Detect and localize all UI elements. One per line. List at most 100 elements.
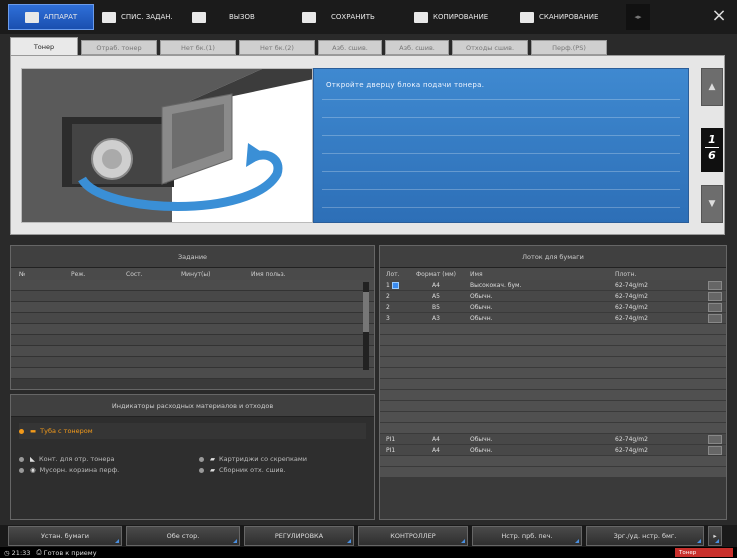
tray-level-icon	[708, 434, 722, 444]
job-col-number: №	[19, 270, 26, 278]
tray-number: 3	[386, 314, 390, 322]
status-dot-icon	[199, 467, 204, 473]
job-row[interactable]	[11, 302, 374, 313]
job-panel: Задание № Реж. Сост. Минут(ы) Имя польз.	[10, 245, 375, 390]
tray-row-empty	[380, 423, 726, 434]
tray-paper-name: Обычн.	[470, 435, 493, 443]
tray-paper-name: Обычн.	[470, 314, 493, 322]
job-list[interactable]	[11, 280, 374, 379]
scrollbar-thumb[interactable]	[363, 292, 369, 332]
job-scrollbar[interactable]	[363, 282, 369, 370]
tray-row[interactable]: 3 A3 Обычн. 62-74g/m2	[380, 313, 726, 324]
tab-no-paper-1[interactable]: Нет бк.(1)	[160, 40, 236, 55]
save-icon	[302, 11, 316, 23]
tray-number: 2	[386, 303, 390, 311]
scroll-up-button[interactable]: ▲	[701, 68, 723, 106]
scan-icon	[520, 11, 534, 23]
tray-weight: 62-74g/m2	[615, 303, 648, 311]
paper-tray-panel: Лоток для бумаги Лот. Формат (мм) Имя Пл…	[379, 245, 727, 520]
tray-paper-name: Обычн.	[470, 292, 493, 300]
job-row[interactable]	[11, 324, 374, 335]
tray-row[interactable]: 1 A4 Высококач. бум. 62-74g/m2	[380, 280, 726, 291]
job-columns: № Реж. Сост. Минут(ы) Имя польз.	[11, 268, 374, 280]
tray-level-icon	[708, 313, 722, 323]
tray-weight: 62-74g/m2	[615, 435, 648, 443]
menu-label: СОХРАНИТЬ	[331, 13, 375, 21]
tab-staple-waste[interactable]: Отходы сшив.	[452, 40, 528, 55]
tray-row-empty	[380, 379, 726, 390]
tray-level-icon	[708, 302, 722, 312]
tab-punch[interactable]: Перф.(PS)	[531, 40, 607, 55]
toner-alert-badge[interactable]: Тонер	[675, 548, 733, 557]
tab-staples-1[interactable]: Азб. сшив.	[318, 40, 382, 55]
menu-extra-button[interactable]: ◂▸	[626, 4, 650, 30]
menu-job-list-button[interactable]: СПИС. ЗАДАН.	[96, 4, 184, 30]
scroll-down-button[interactable]: ▼	[701, 185, 723, 223]
tab-toner[interactable]: Тонер	[10, 37, 78, 55]
status-time: 21:33	[11, 548, 31, 557]
close-icon[interactable]: ×	[709, 6, 729, 26]
tray-number: 1	[386, 281, 390, 289]
tab-staples-2[interactable]: Азб. сшив.	[385, 40, 449, 55]
job-row[interactable]	[11, 357, 374, 368]
tray-number: PI1	[386, 435, 396, 443]
tray-weight: 62-74g/m2	[615, 292, 648, 300]
tray-level-icon	[708, 280, 722, 290]
menu-scan-button[interactable]: СКАНИРОВАНИЕ	[514, 4, 624, 30]
tray-col-format: Формат (мм)	[416, 270, 456, 278]
tray-level-icon	[708, 445, 722, 455]
more-button[interactable]: ▸	[708, 526, 722, 546]
adjustment-button[interactable]: РЕГУЛИРОВКА	[244, 526, 354, 546]
tray-row-empty	[380, 368, 726, 379]
tray-row-empty	[380, 401, 726, 412]
job-col-status: Сост.	[126, 270, 143, 278]
tray-row-empty	[380, 467, 726, 478]
toner-warning: ▬ Туба с тонером	[19, 423, 366, 439]
tab-waste-toner[interactable]: Отраб. тонер	[81, 40, 157, 55]
job-row[interactable]	[11, 313, 374, 324]
tray-format: B5	[432, 303, 440, 311]
tray-format: A4	[432, 446, 440, 454]
bottom-toolbar: Устан. бумаги Обе стор. РЕГУЛИРОВКА КОНТ…	[0, 525, 737, 547]
test-print-button[interactable]: Нстр. прб. печ.	[472, 526, 582, 546]
job-row[interactable]	[11, 335, 374, 346]
status-dot-icon	[199, 456, 204, 462]
instruction-box: Откройте дверцу блока подачи тонера.	[313, 68, 689, 223]
menu-apparat-button[interactable]: АППАРАТ	[8, 4, 94, 30]
punch-icon: ◉	[30, 466, 36, 474]
printer-status-icon: ⎙	[36, 548, 42, 556]
menu-recall-button[interactable]: ВЫЗОВ	[186, 4, 294, 30]
tray-weight: 62-74g/m2	[615, 446, 648, 454]
tray-paper-name: Обычн.	[470, 303, 493, 311]
tray-row[interactable]: 2 B5 Обычн. 62-74g/m2	[380, 302, 726, 313]
tray-title: Лоток для бумаги	[380, 246, 726, 268]
consumable-label: Сборник отх. сшив.	[219, 466, 286, 474]
consumable-item: ◉ Мусорн. корзина перф.	[19, 466, 199, 474]
consumable-item: ▰ Картриджи со скрепками	[199, 455, 307, 463]
tray-row[interactable]: PI1 A4 Обычн. 62-74g/m2	[380, 445, 726, 456]
job-row[interactable]	[11, 368, 374, 379]
status-dot-icon	[19, 467, 24, 473]
job-row[interactable]	[11, 291, 374, 302]
page-indicator: 1 6	[701, 128, 723, 172]
toner-door-illustration	[21, 68, 313, 223]
job-row[interactable]	[11, 346, 374, 357]
tray-format: A4	[432, 281, 440, 289]
tray-row[interactable]: PI1 A4 Обычн. 62-74g/m2	[380, 434, 726, 445]
tray-number: 2	[386, 292, 390, 300]
waste-toner-icon: ◣	[30, 455, 35, 463]
toner-door-image	[22, 69, 312, 222]
tray-row-empty	[380, 335, 726, 346]
duplex-button[interactable]: Обе стор.	[126, 526, 240, 546]
tray-row[interactable]: 2 A5 Обычн. 62-74g/m2	[380, 291, 726, 302]
controller-button[interactable]: КОНТРОЛЛЕР	[358, 526, 468, 546]
job-row[interactable]	[11, 280, 374, 291]
consumable-label: Конт. для отр. тонера	[39, 455, 115, 463]
paper-load-button[interactable]: Зрг./уд. нстр. бмг.	[586, 526, 704, 546]
consumable-item: ▰ Сборник отх. сшив.	[199, 466, 307, 474]
tab-no-paper-2[interactable]: Нет бк.(2)	[239, 40, 315, 55]
menu-save-button[interactable]: СОХРАНИТЬ	[296, 4, 406, 30]
paper-setting-button[interactable]: Устан. бумаги	[8, 526, 122, 546]
menu-label: СПИС. ЗАДАН.	[121, 13, 173, 21]
menu-copy-button[interactable]: КОПИРОВАНИЕ	[408, 4, 512, 30]
